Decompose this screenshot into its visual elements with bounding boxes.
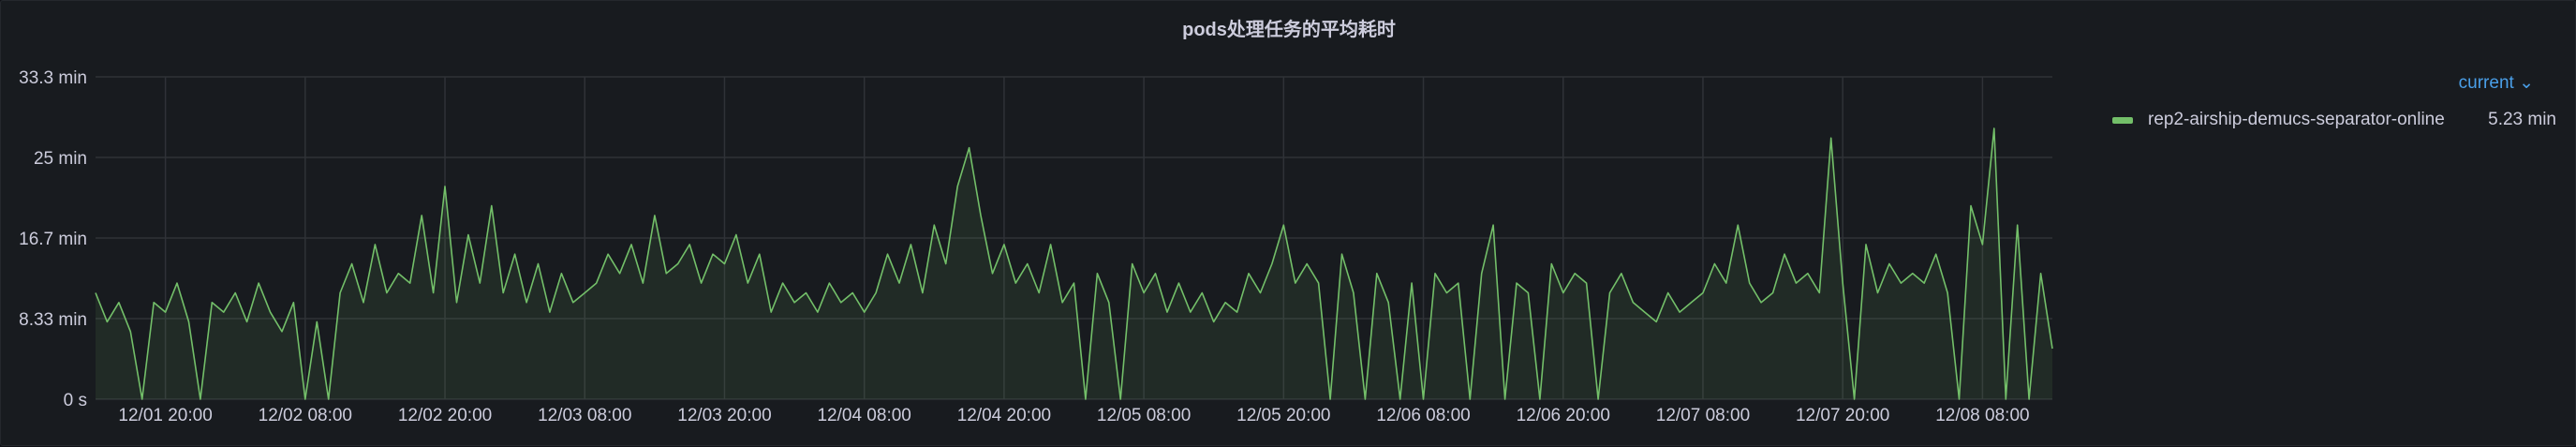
- chevron-down-icon: ⌄: [2519, 73, 2534, 93]
- x-tick-label: 12/07 20:00: [1796, 406, 1889, 425]
- legend-current-value: 5.23 min: [2488, 110, 2556, 129]
- x-tick-label: 12/03 08:00: [538, 406, 631, 425]
- x-tick-label: 12/04 08:00: [817, 406, 910, 425]
- x-tick-label: 12/05 08:00: [1097, 406, 1191, 425]
- x-tick-label: 12/01 20:00: [118, 406, 212, 425]
- x-tick-label: 12/07 08:00: [1656, 406, 1750, 425]
- x-tick-label: 12/04 20:00: [957, 406, 1051, 425]
- time-series-chart[interactable]: 0 s 8.33 min 16.7 min 25 min 33.3 min 12/01 2…: [1, 1, 2576, 447]
- x-tick-label: 12/03 20:00: [677, 406, 771, 425]
- y-tick-label: 33.3 min: [19, 68, 87, 88]
- graph-panel: pods处理任务的平均耗时 0 s 8.33 min 16.7 min 25 min 3…: [0, 0, 2576, 446]
- x-tick-label: 12/06 08:00: [1376, 406, 1470, 425]
- x-tick-label: 12/02 20:00: [398, 406, 492, 425]
- y-tick-label: 0 s: [64, 391, 87, 410]
- x-tick-label: 12/08 08:00: [1935, 406, 2029, 425]
- series-area-fill: [96, 128, 2052, 399]
- y-tick-label: 25 min: [34, 149, 87, 169]
- y-tick-label: 16.7 min: [19, 230, 87, 249]
- legend-item[interactable]: rep2-airship-demucs-separator-online 5.2…: [2112, 108, 2556, 132]
- x-tick-label: 12/05 20:00: [1236, 406, 1330, 425]
- legend-column-label: current: [2458, 73, 2514, 93]
- x-tick-label: 12/02 08:00: [259, 406, 352, 425]
- x-tick-label: 12/06 20:00: [1517, 406, 1610, 425]
- legend-series-name: rep2-airship-demucs-separator-online: [2148, 110, 2445, 129]
- y-tick-label: 8.33 min: [19, 310, 87, 330]
- series-color-swatch[interactable]: [2112, 116, 2133, 124]
- legend-sort-current[interactable]: current ⌄: [2459, 72, 2534, 94]
